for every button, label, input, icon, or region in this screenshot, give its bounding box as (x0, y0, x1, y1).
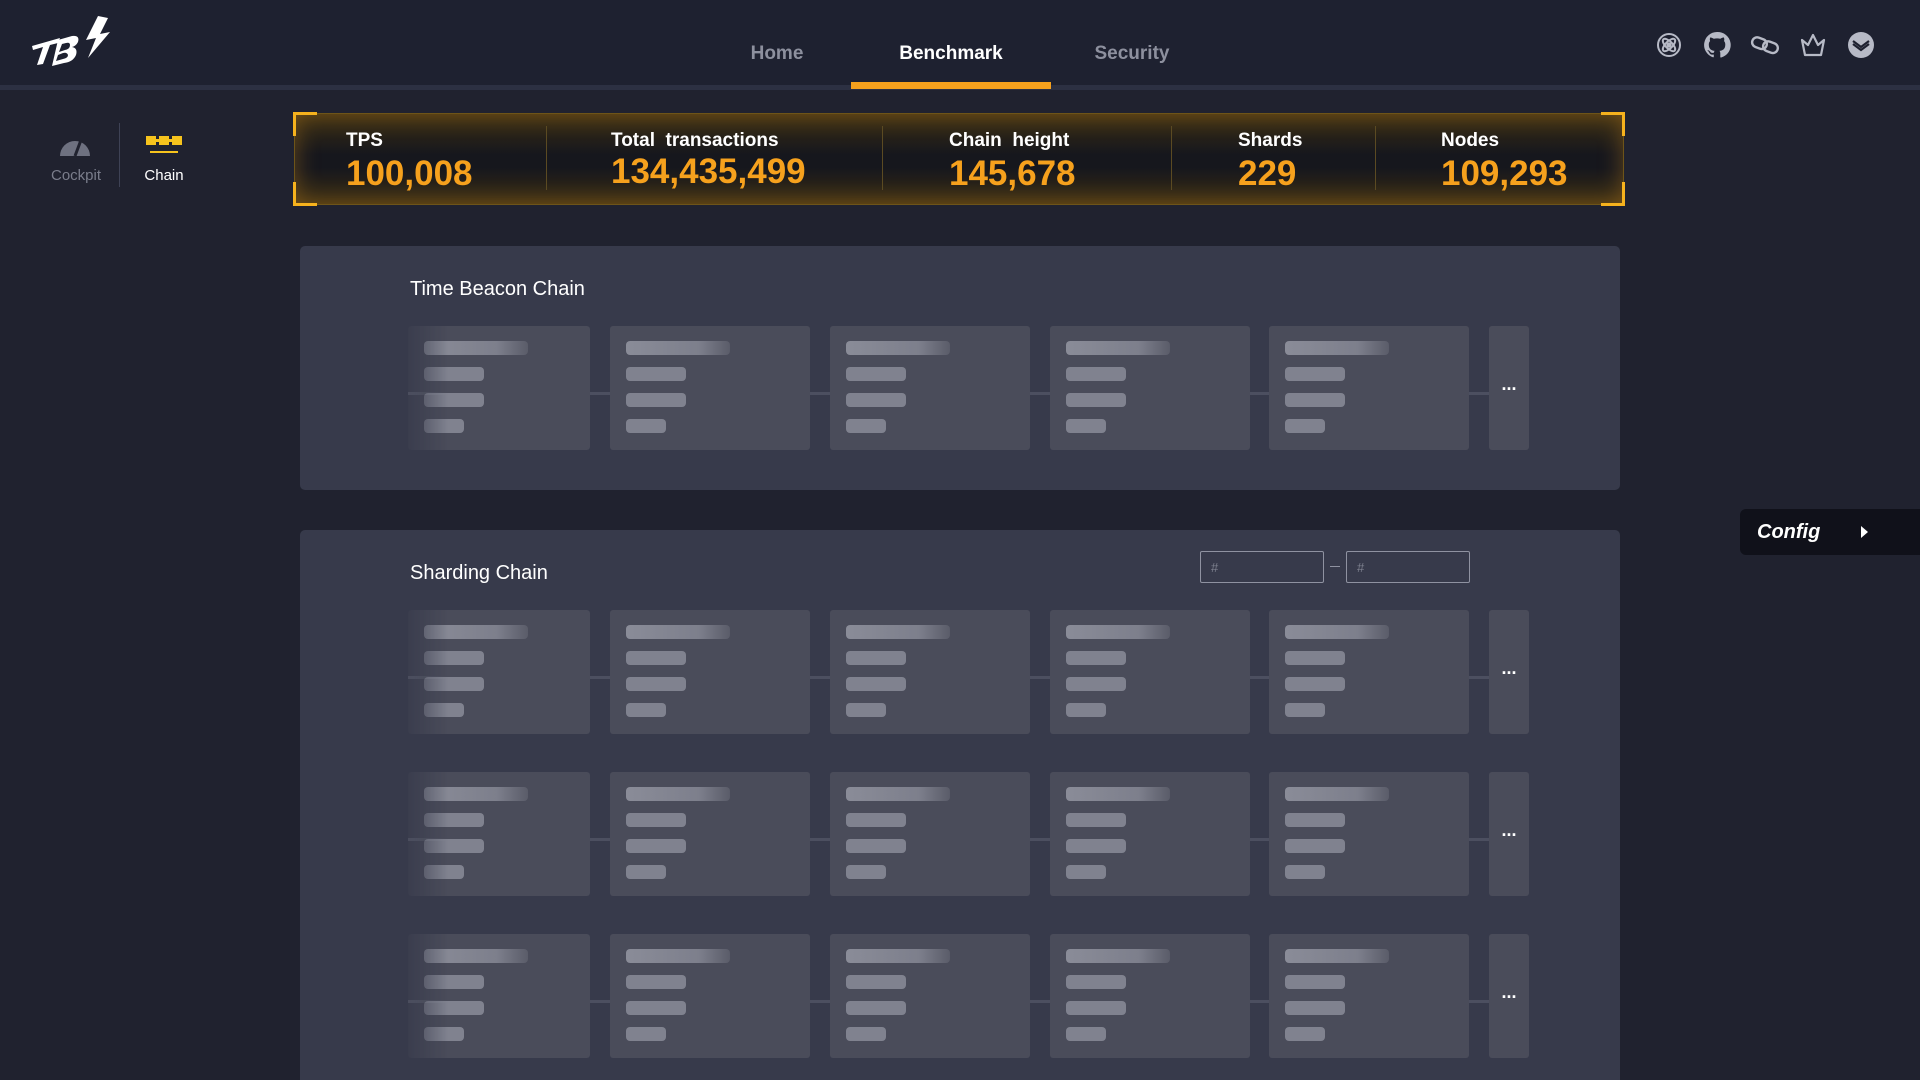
stat-value: 229 (1238, 154, 1297, 193)
block-card[interactable] (1269, 772, 1469, 896)
block-card[interactable] (610, 610, 810, 734)
block-card[interactable] (610, 772, 810, 896)
stat-label: Total transactions (611, 130, 779, 151)
config-button[interactable]: Config (1740, 509, 1920, 555)
github-icon[interactable] (1702, 30, 1732, 60)
block-card[interactable] (408, 326, 590, 450)
chain-link-icon[interactable] (1750, 30, 1780, 60)
block-card[interactable] (1269, 326, 1469, 450)
block-card[interactable] (1050, 934, 1250, 1058)
block-row: ... (408, 772, 1529, 896)
stat-label: Shards (1238, 130, 1303, 151)
corner-decoration (293, 182, 317, 206)
sidebar-label-chain: Chain (144, 167, 184, 184)
more-blocks-button[interactable]: ... (1489, 326, 1529, 450)
stat-label: Chain height (949, 130, 1070, 151)
chevron-right-icon (1861, 526, 1868, 538)
atom-icon[interactable] (1654, 30, 1684, 60)
sharding-chain-panel: Sharding Chain ... ... ... (300, 530, 1620, 1080)
corner-decoration (293, 112, 317, 136)
shard-range-from-input[interactable] (1200, 551, 1324, 583)
main-nav: Home Benchmark Security (0, 0, 1920, 90)
block-card[interactable] (1269, 934, 1469, 1058)
nav-benchmark[interactable]: Benchmark (871, 0, 1031, 90)
stat-value: 145,678 (949, 154, 1076, 193)
config-label: Config (1757, 521, 1821, 543)
block-card[interactable] (610, 934, 810, 1058)
block-card[interactable] (1050, 326, 1250, 450)
stat-shards: Shards 229 (1238, 130, 1302, 194)
stat-label: Nodes (1441, 130, 1500, 151)
header-icon-group (1654, 30, 1876, 62)
panel-title: Time Beacon Chain (410, 278, 585, 300)
stat-chain-height: Chain height 145,678 (949, 130, 1076, 194)
block-row: ... (408, 934, 1529, 1058)
shard-range-to-input[interactable] (1346, 551, 1470, 583)
stat-divider (546, 126, 547, 190)
sidebar-divider (119, 123, 120, 187)
mail-icon[interactable] (1846, 30, 1876, 60)
block-card[interactable] (830, 772, 1030, 896)
nav-home[interactable]: Home (727, 0, 827, 90)
crown-icon[interactable] (1798, 30, 1828, 60)
block-card[interactable] (830, 934, 1030, 1058)
nav-security[interactable]: Security (1072, 0, 1192, 90)
nav-active-indicator (851, 82, 1051, 89)
sidebar-item-cockpit[interactable]: Cockpit (40, 125, 112, 187)
chain-blocks-icon (146, 136, 182, 153)
more-blocks-button[interactable]: ... (1489, 772, 1529, 896)
range-separator (1330, 566, 1340, 567)
stat-value: 134,435,499 (611, 152, 806, 191)
stat-nodes: Nodes 109,293 (1441, 130, 1568, 194)
left-sidebar: Cockpit Chain (40, 123, 200, 187)
stat-divider (1375, 126, 1376, 190)
corner-decoration (1601, 112, 1625, 136)
stat-value: 100,008 (346, 154, 473, 193)
top-header: Home Benchmark Security (0, 0, 1920, 90)
sidebar-item-chain[interactable]: Chain (128, 125, 200, 187)
stat-divider (882, 126, 883, 190)
block-card[interactable] (1050, 772, 1250, 896)
stat-label: TPS (346, 130, 383, 151)
stat-value: 109,293 (1441, 154, 1568, 193)
block-row: ... (408, 610, 1529, 734)
block-card[interactable] (1050, 610, 1250, 734)
stats-bar: TPS 100,008 Total transactions 134,435,4… (293, 112, 1625, 206)
stat-total-transactions: Total transactions 134,435,499 (611, 130, 806, 192)
block-card[interactable] (830, 610, 1030, 734)
more-blocks-button[interactable]: ... (1489, 610, 1529, 734)
time-beacon-chain-panel: Time Beacon Chain ... (300, 246, 1620, 490)
block-row: ... (408, 326, 1529, 450)
sidebar-label-cockpit: Cockpit (50, 167, 102, 184)
corner-decoration (1601, 182, 1625, 206)
block-card[interactable] (408, 934, 590, 1058)
stat-divider (1171, 126, 1172, 190)
stat-tps: TPS 100,008 (346, 130, 473, 194)
block-card[interactable] (408, 772, 590, 896)
speedometer-icon (60, 139, 90, 157)
block-card[interactable] (1269, 610, 1469, 734)
more-blocks-button[interactable]: ... (1489, 934, 1529, 1058)
block-card[interactable] (610, 326, 810, 450)
panel-title: Sharding Chain (410, 562, 548, 584)
block-card[interactable] (830, 326, 1030, 450)
block-card[interactable] (408, 610, 590, 734)
